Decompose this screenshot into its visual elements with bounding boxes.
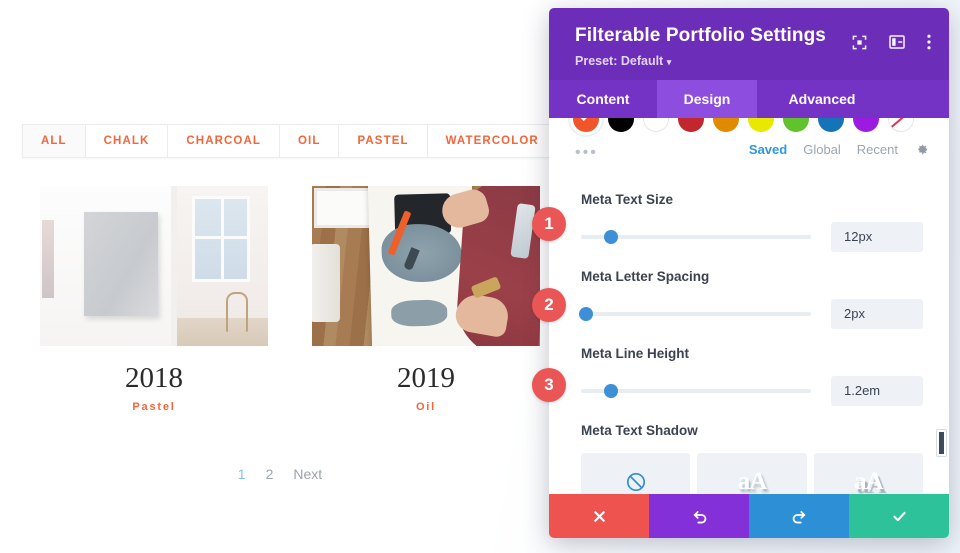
annotation-badge-1: 1 (532, 207, 566, 241)
pagination: 1 2 Next (0, 466, 560, 482)
color-swatch[interactable] (713, 117, 739, 132)
portfolio-thumbnail-2018[interactable] (40, 186, 268, 346)
annotation-badge-3: 3 (532, 368, 566, 402)
color-mode-global[interactable]: Global (803, 142, 841, 157)
filter-item-pastel[interactable]: PASTEL (339, 125, 428, 157)
filter-item-watercolor[interactable]: WATERCOLOR (427, 125, 558, 157)
meta-line-height-slider[interactable] (581, 383, 811, 398)
portfolio-item-meta: Pastel (132, 401, 176, 413)
filter-item-all[interactable]: ALL (23, 125, 86, 157)
text-shadow-soft-button[interactable]: aA (697, 452, 807, 494)
color-swatch-selected[interactable] (573, 117, 599, 132)
artwork-image (312, 186, 540, 346)
portfolio-filter-bar: ALL CHALK CHARCOAL OIL PASTEL WATERCOLOR (22, 124, 558, 158)
field-meta-text-size: Meta Text Size 12px (549, 192, 949, 252)
color-swatch[interactable] (678, 117, 704, 132)
slider-knob[interactable] (603, 229, 618, 244)
chevron-down-icon: ▾ (666, 56, 672, 67)
meta-letter-spacing-slider[interactable] (578, 306, 811, 321)
portfolio-item-meta: Oil (415, 401, 437, 413)
portfolio-item-title: 2019 (397, 362, 455, 394)
panel-scrollbar-thumb[interactable] (937, 429, 946, 456)
field-label: Meta Letter Spacing (581, 268, 710, 284)
settings-modal: Filterable Portfolio Settings Preset: De… (549, 8, 949, 538)
field-label: Meta Text Size (581, 191, 674, 207)
pagination-next[interactable]: Next (293, 466, 322, 482)
text-shadow-preview: aA (854, 467, 884, 494)
color-swatch[interactable] (783, 117, 809, 132)
text-shadow-none-button[interactable] (581, 452, 691, 494)
color-mode-saved[interactable]: Saved (749, 142, 787, 157)
more-vertical-icon[interactable] (927, 34, 931, 50)
modal-header-icons (852, 34, 931, 50)
slider-knob[interactable] (603, 383, 618, 398)
focus-icon[interactable] (852, 35, 867, 50)
modal-header: Filterable Portfolio Settings Preset: De… (549, 8, 949, 80)
meta-line-height-value[interactable]: 1.2em (831, 375, 923, 406)
field-label: Meta Text Shadow (581, 422, 698, 438)
slider-knob[interactable] (578, 306, 593, 321)
save-button[interactable] (849, 494, 949, 538)
settings-panel-body: ••• Saved Global Recent Meta Text Size 1… (549, 117, 949, 494)
color-swatch-row (549, 117, 949, 132)
field-meta-letter-spacing: Meta Letter Spacing 2px (549, 269, 949, 329)
preset-selector[interactable]: Preset: Default ▾ (575, 54, 929, 68)
pagination-page-1[interactable]: 1 (238, 466, 246, 482)
no-shadow-icon (625, 471, 647, 493)
filter-item-oil[interactable]: OIL (280, 125, 340, 157)
color-swatch-transparent[interactable] (888, 117, 914, 132)
meta-text-size-slider[interactable] (581, 229, 811, 244)
meta-letter-spacing-value[interactable]: 2px (831, 298, 923, 329)
tab-advanced[interactable]: Advanced (757, 80, 887, 118)
color-mode-tabs: Saved Global Recent (749, 142, 929, 157)
text-shadow-preview: aA (737, 467, 768, 494)
layout-panel-icon[interactable] (889, 35, 905, 49)
modal-footer (549, 494, 949, 538)
field-label: Meta Line Height (581, 345, 690, 361)
meta-text-size-value[interactable]: 12px (831, 221, 923, 252)
color-swatch[interactable] (853, 117, 879, 132)
color-swatch[interactable] (643, 117, 669, 132)
cancel-button[interactable] (549, 494, 649, 538)
annotation-badge-2: 2 (532, 288, 566, 322)
text-shadow-hard-button[interactable]: aA (813, 452, 923, 494)
portfolio-item-title: 2018 (125, 362, 183, 394)
color-mode-recent[interactable]: Recent (857, 142, 898, 157)
pagination-page-2[interactable]: 2 (266, 466, 274, 482)
modal-tabs: Content Design Advanced (549, 79, 949, 118)
filter-item-charcoal[interactable]: CHARCOAL (168, 125, 281, 157)
color-swatch[interactable] (748, 117, 774, 132)
filter-item-chalk[interactable]: CHALK (85, 125, 169, 157)
portfolio-item[interactable]: 2018 Pastel (40, 186, 276, 413)
redo-button[interactable] (749, 494, 849, 538)
portfolio-thumbnail-2019[interactable] (312, 186, 540, 346)
field-meta-line-height: Meta Line Height 1.2em (549, 346, 949, 406)
text-shadow-options: aA aA (549, 452, 949, 494)
color-swatch[interactable] (818, 117, 844, 132)
slider-track (581, 311, 811, 316)
tab-design[interactable]: Design (657, 79, 757, 118)
field-meta-text-shadow: Meta Text Shadow aA aA (549, 423, 949, 494)
preset-label: Preset: Default (575, 53, 664, 68)
portfolio-preview: ALL CHALK CHARCOAL OIL PASTEL WATERCOLOR (0, 0, 560, 553)
portfolio-item[interactable]: 2019 Oil (312, 186, 548, 413)
undo-button[interactable] (649, 494, 749, 538)
artwork-image (40, 186, 268, 346)
more-colors-button[interactable]: ••• (575, 144, 598, 162)
gear-icon[interactable] (914, 142, 929, 157)
tab-content[interactable]: Content (549, 80, 657, 118)
color-swatch[interactable] (608, 117, 634, 132)
